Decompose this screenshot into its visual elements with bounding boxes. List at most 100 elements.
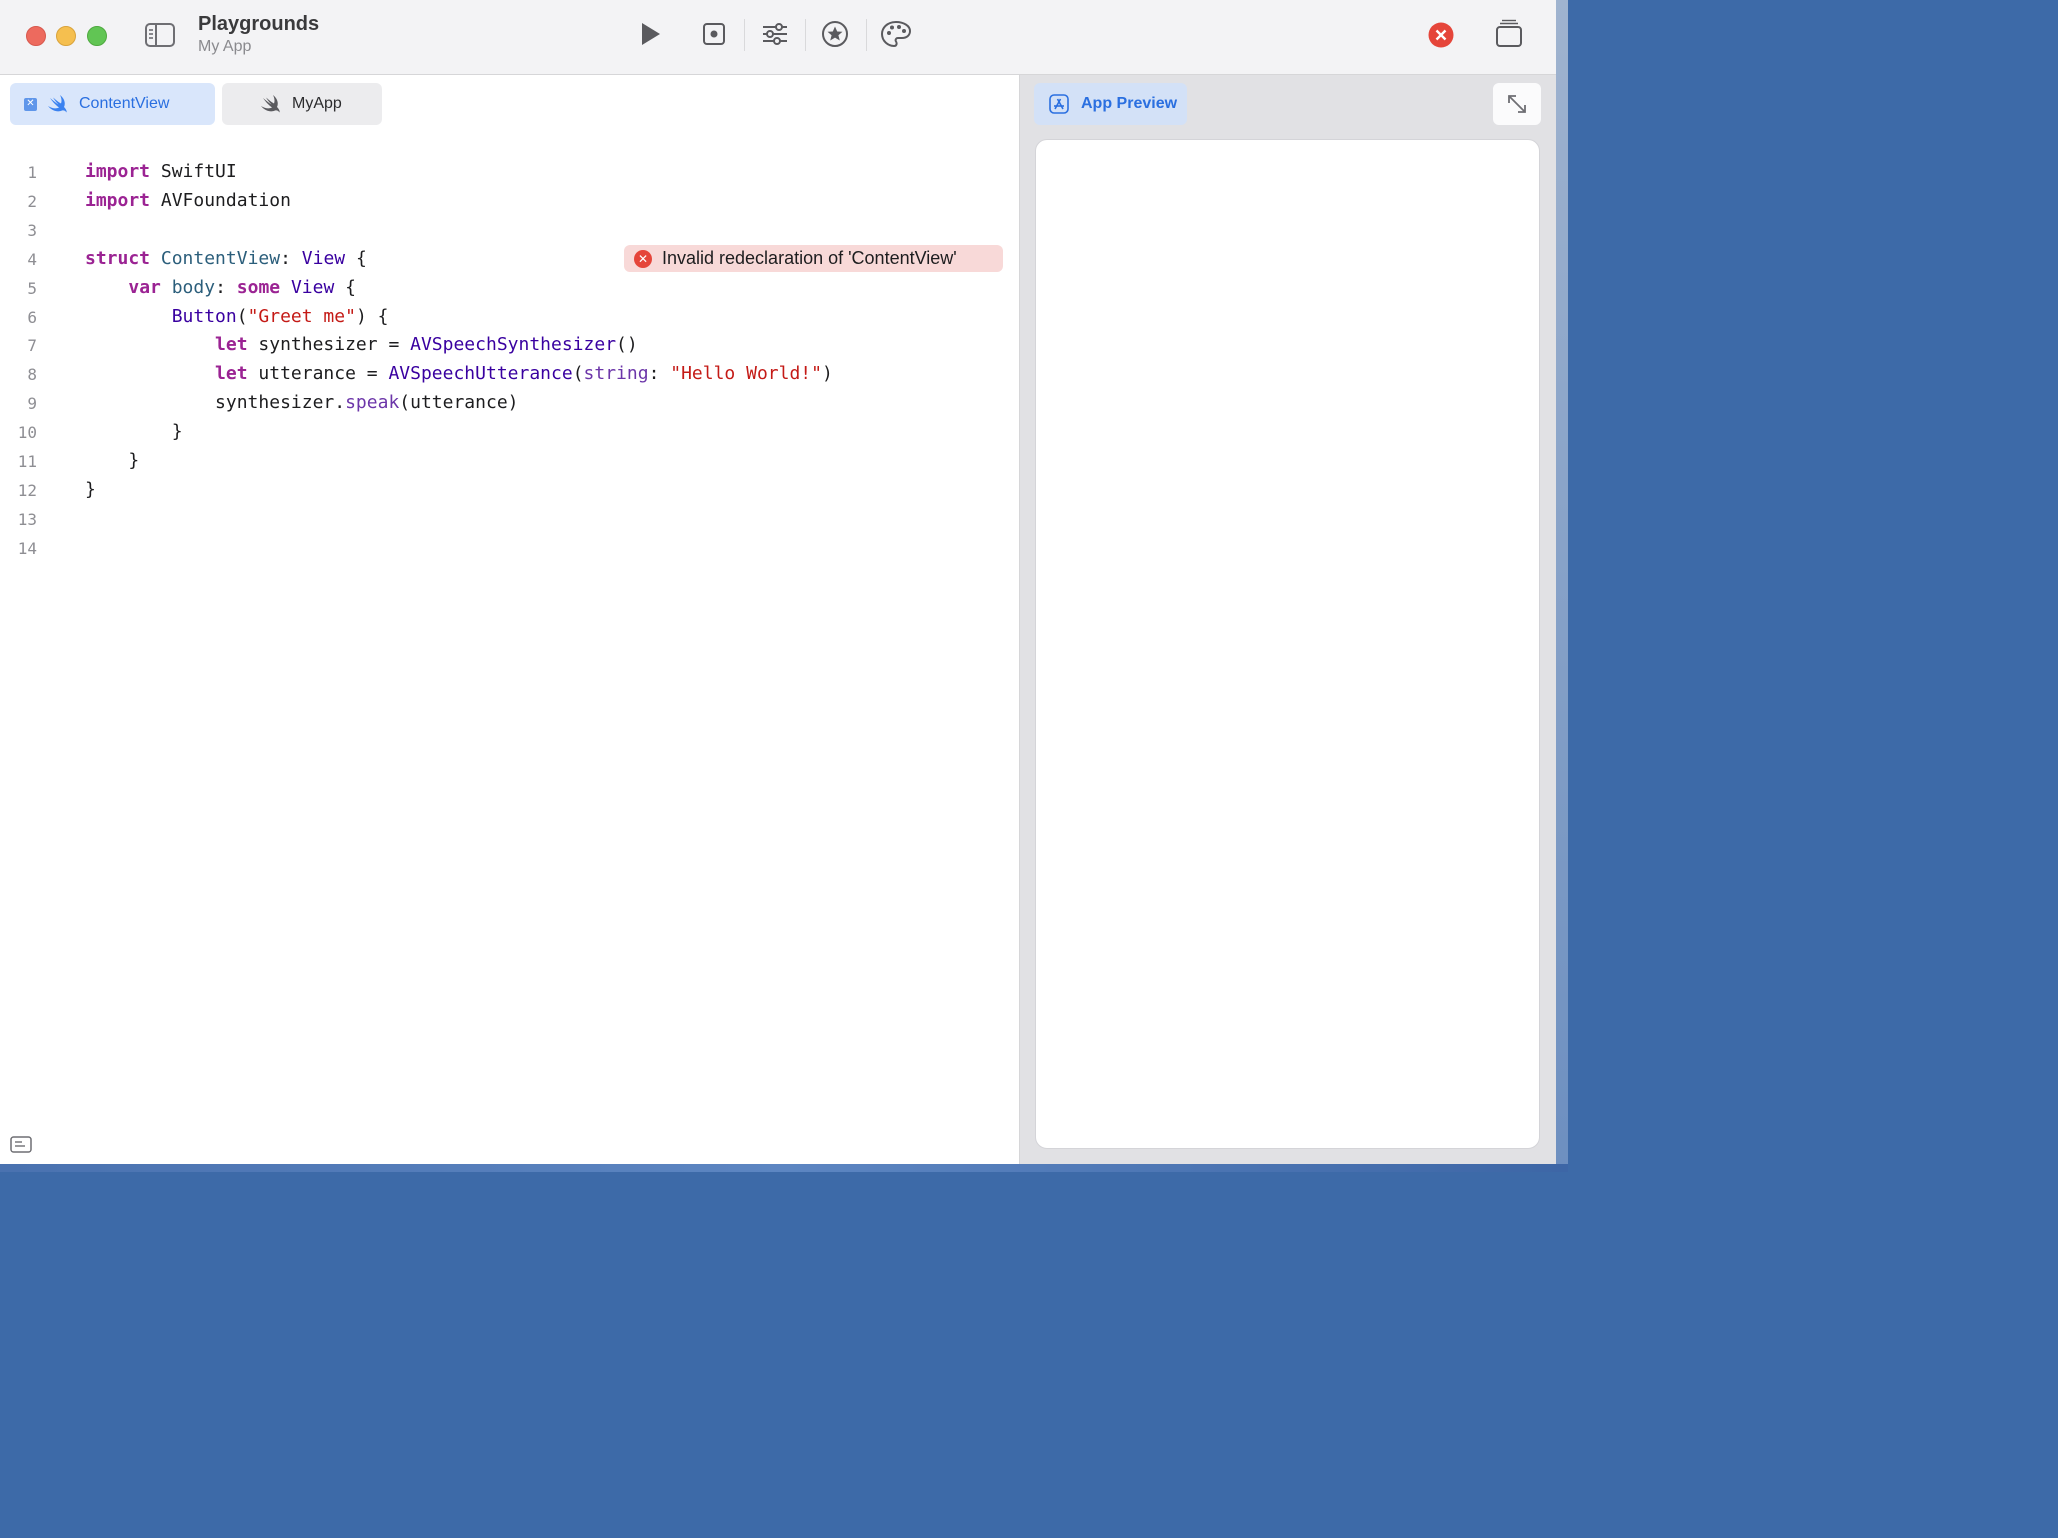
- code-token: (): [616, 334, 638, 356]
- line-number: 3: [27, 220, 37, 240]
- code-token: AVSpeechSynthesizer: [410, 334, 617, 356]
- code-text: }: [85, 479, 96, 500]
- code-text: let utterance = AVSpeechUtterance(string…: [85, 363, 833, 384]
- tab-myapp[interactable]: MyApp: [222, 83, 382, 125]
- code-token: :: [215, 276, 237, 298]
- code-token: body: [171, 276, 216, 298]
- code-token: utterance =: [247, 363, 389, 385]
- stop-icon[interactable]: [698, 18, 730, 50]
- line-number: 9: [27, 394, 37, 414]
- preview-panel: App Preview: [1020, 75, 1556, 1164]
- code-line[interactable]: 14: [0, 535, 1000, 564]
- error-icon: ✕: [634, 249, 652, 268]
- play-icon[interactable]: [634, 18, 666, 50]
- expand-icon: [1506, 93, 1528, 115]
- app-store-icon: [1049, 94, 1069, 114]
- line-number: 8: [27, 365, 37, 385]
- tab-contentview[interactable]: ✕ ContentView: [10, 83, 215, 125]
- code-line[interactable]: 6 Button("Greet me") {: [0, 304, 1000, 333]
- window-zoom-button[interactable]: [87, 26, 107, 46]
- code-text: }: [85, 421, 183, 442]
- toolbar-separator: [744, 19, 745, 51]
- code-line[interactable]: 13: [0, 506, 1000, 535]
- window-minimize-button[interactable]: [56, 26, 76, 46]
- code-token: ContentView: [160, 247, 281, 269]
- code-text: }: [85, 450, 139, 471]
- error-icon[interactable]: [1427, 21, 1455, 49]
- code-text: import AVFoundation: [85, 190, 291, 211]
- code-line[interactable]: 8 let utterance = AVSpeechUtterance(stri…: [0, 361, 1000, 390]
- code-token: "Greet me": [247, 305, 356, 327]
- app-title: Playgrounds: [198, 13, 320, 35]
- code-line[interactable]: 2 import AVFoundation: [0, 188, 1000, 217]
- code-token: :: [280, 247, 302, 269]
- code-token: {: [345, 247, 367, 269]
- line-number: 5: [27, 278, 37, 298]
- line-number: 11: [17, 452, 37, 471]
- line-number: 1: [27, 163, 37, 182]
- error-banner[interactable]: ✕ Invalid redeclaration of 'ContentView': [624, 245, 1003, 272]
- code-text: var body: some View {: [85, 277, 356, 298]
- line-number: 10: [17, 423, 37, 443]
- sidebar-toggle-icon[interactable]: [143, 20, 177, 50]
- line-number: 7: [27, 336, 37, 356]
- swift-icon: [47, 94, 69, 114]
- windows-icon[interactable]: [1493, 18, 1525, 50]
- code-token: AVFoundation: [150, 189, 291, 211]
- tab-label: App Preview: [1081, 95, 1178, 112]
- sliders-icon[interactable]: [759, 18, 791, 50]
- code-token: synthesizer.: [85, 392, 346, 414]
- window-close-button[interactable]: [26, 26, 46, 46]
- code-text: synthesizer.speak(utterance): [85, 392, 519, 414]
- tab-app-preview[interactable]: App Preview: [1034, 83, 1187, 125]
- code-token: (utterance): [399, 392, 519, 414]
- code-token: ): [821, 363, 833, 385]
- code-token: "Hello World!": [670, 363, 822, 385]
- code-token: AVSpeechUtterance: [388, 363, 573, 385]
- code-line[interactable]: 1 import SwiftUI: [0, 159, 1000, 188]
- toolbar-separator: [866, 19, 867, 51]
- code-editor[interactable]: ✕ ContentView MyApp 1 import SwiftUI 2 impo…: [0, 75, 1019, 1164]
- code-token: string: [583, 363, 649, 385]
- code-token: (: [572, 363, 584, 385]
- code-token: SwiftUI: [150, 161, 237, 182]
- line-number: 4: [27, 249, 37, 269]
- code-line[interactable]: 10 }: [0, 419, 1000, 448]
- code-token: var: [128, 276, 161, 298]
- code-token: import: [85, 161, 151, 182]
- code-line[interactable]: 9 synthesizer.speak(utterance): [0, 390, 1000, 419]
- tab-label: ContentView: [79, 95, 170, 112]
- expand-button[interactable]: [1493, 83, 1541, 125]
- palette-icon[interactable]: [879, 18, 913, 50]
- code-line[interactable]: 7 let synthesizer = AVSpeechSynthesizer(…: [0, 332, 1000, 361]
- tab-label: MyApp: [292, 95, 342, 112]
- playgrounds-window: Playgrounds My App ✕ ContentView MyApp 1…: [0, 0, 1556, 1164]
- code-line[interactable]: 3: [0, 217, 1000, 246]
- code-token: synthesizer =: [247, 334, 411, 356]
- code-line[interactable]: 5 var body: some View {: [0, 275, 1000, 304]
- line-number: 2: [27, 191, 37, 211]
- line-number: 14: [17, 538, 37, 558]
- tab-close-icon[interactable]: ✕: [24, 97, 37, 111]
- code-token: (: [236, 305, 248, 327]
- code-token: ) {: [355, 305, 389, 327]
- line-number: 13: [17, 509, 37, 529]
- code-line[interactable]: 12}: [0, 477, 1000, 506]
- title-bar: Playgrounds My App: [0, 0, 1556, 75]
- line-number: 12: [17, 480, 37, 500]
- desktop-background: [1556, 0, 1568, 1172]
- swift-icon: [260, 94, 282, 114]
- star-icon[interactable]: [819, 18, 851, 50]
- console-icon[interactable]: [10, 1136, 32, 1159]
- app-subtitle: My App: [198, 38, 252, 55]
- code-line[interactable]: 11 }: [0, 448, 1000, 477]
- code-token: struct: [85, 247, 151, 269]
- preview-canvas[interactable]: [1035, 139, 1540, 1149]
- code-token: {: [334, 276, 357, 298]
